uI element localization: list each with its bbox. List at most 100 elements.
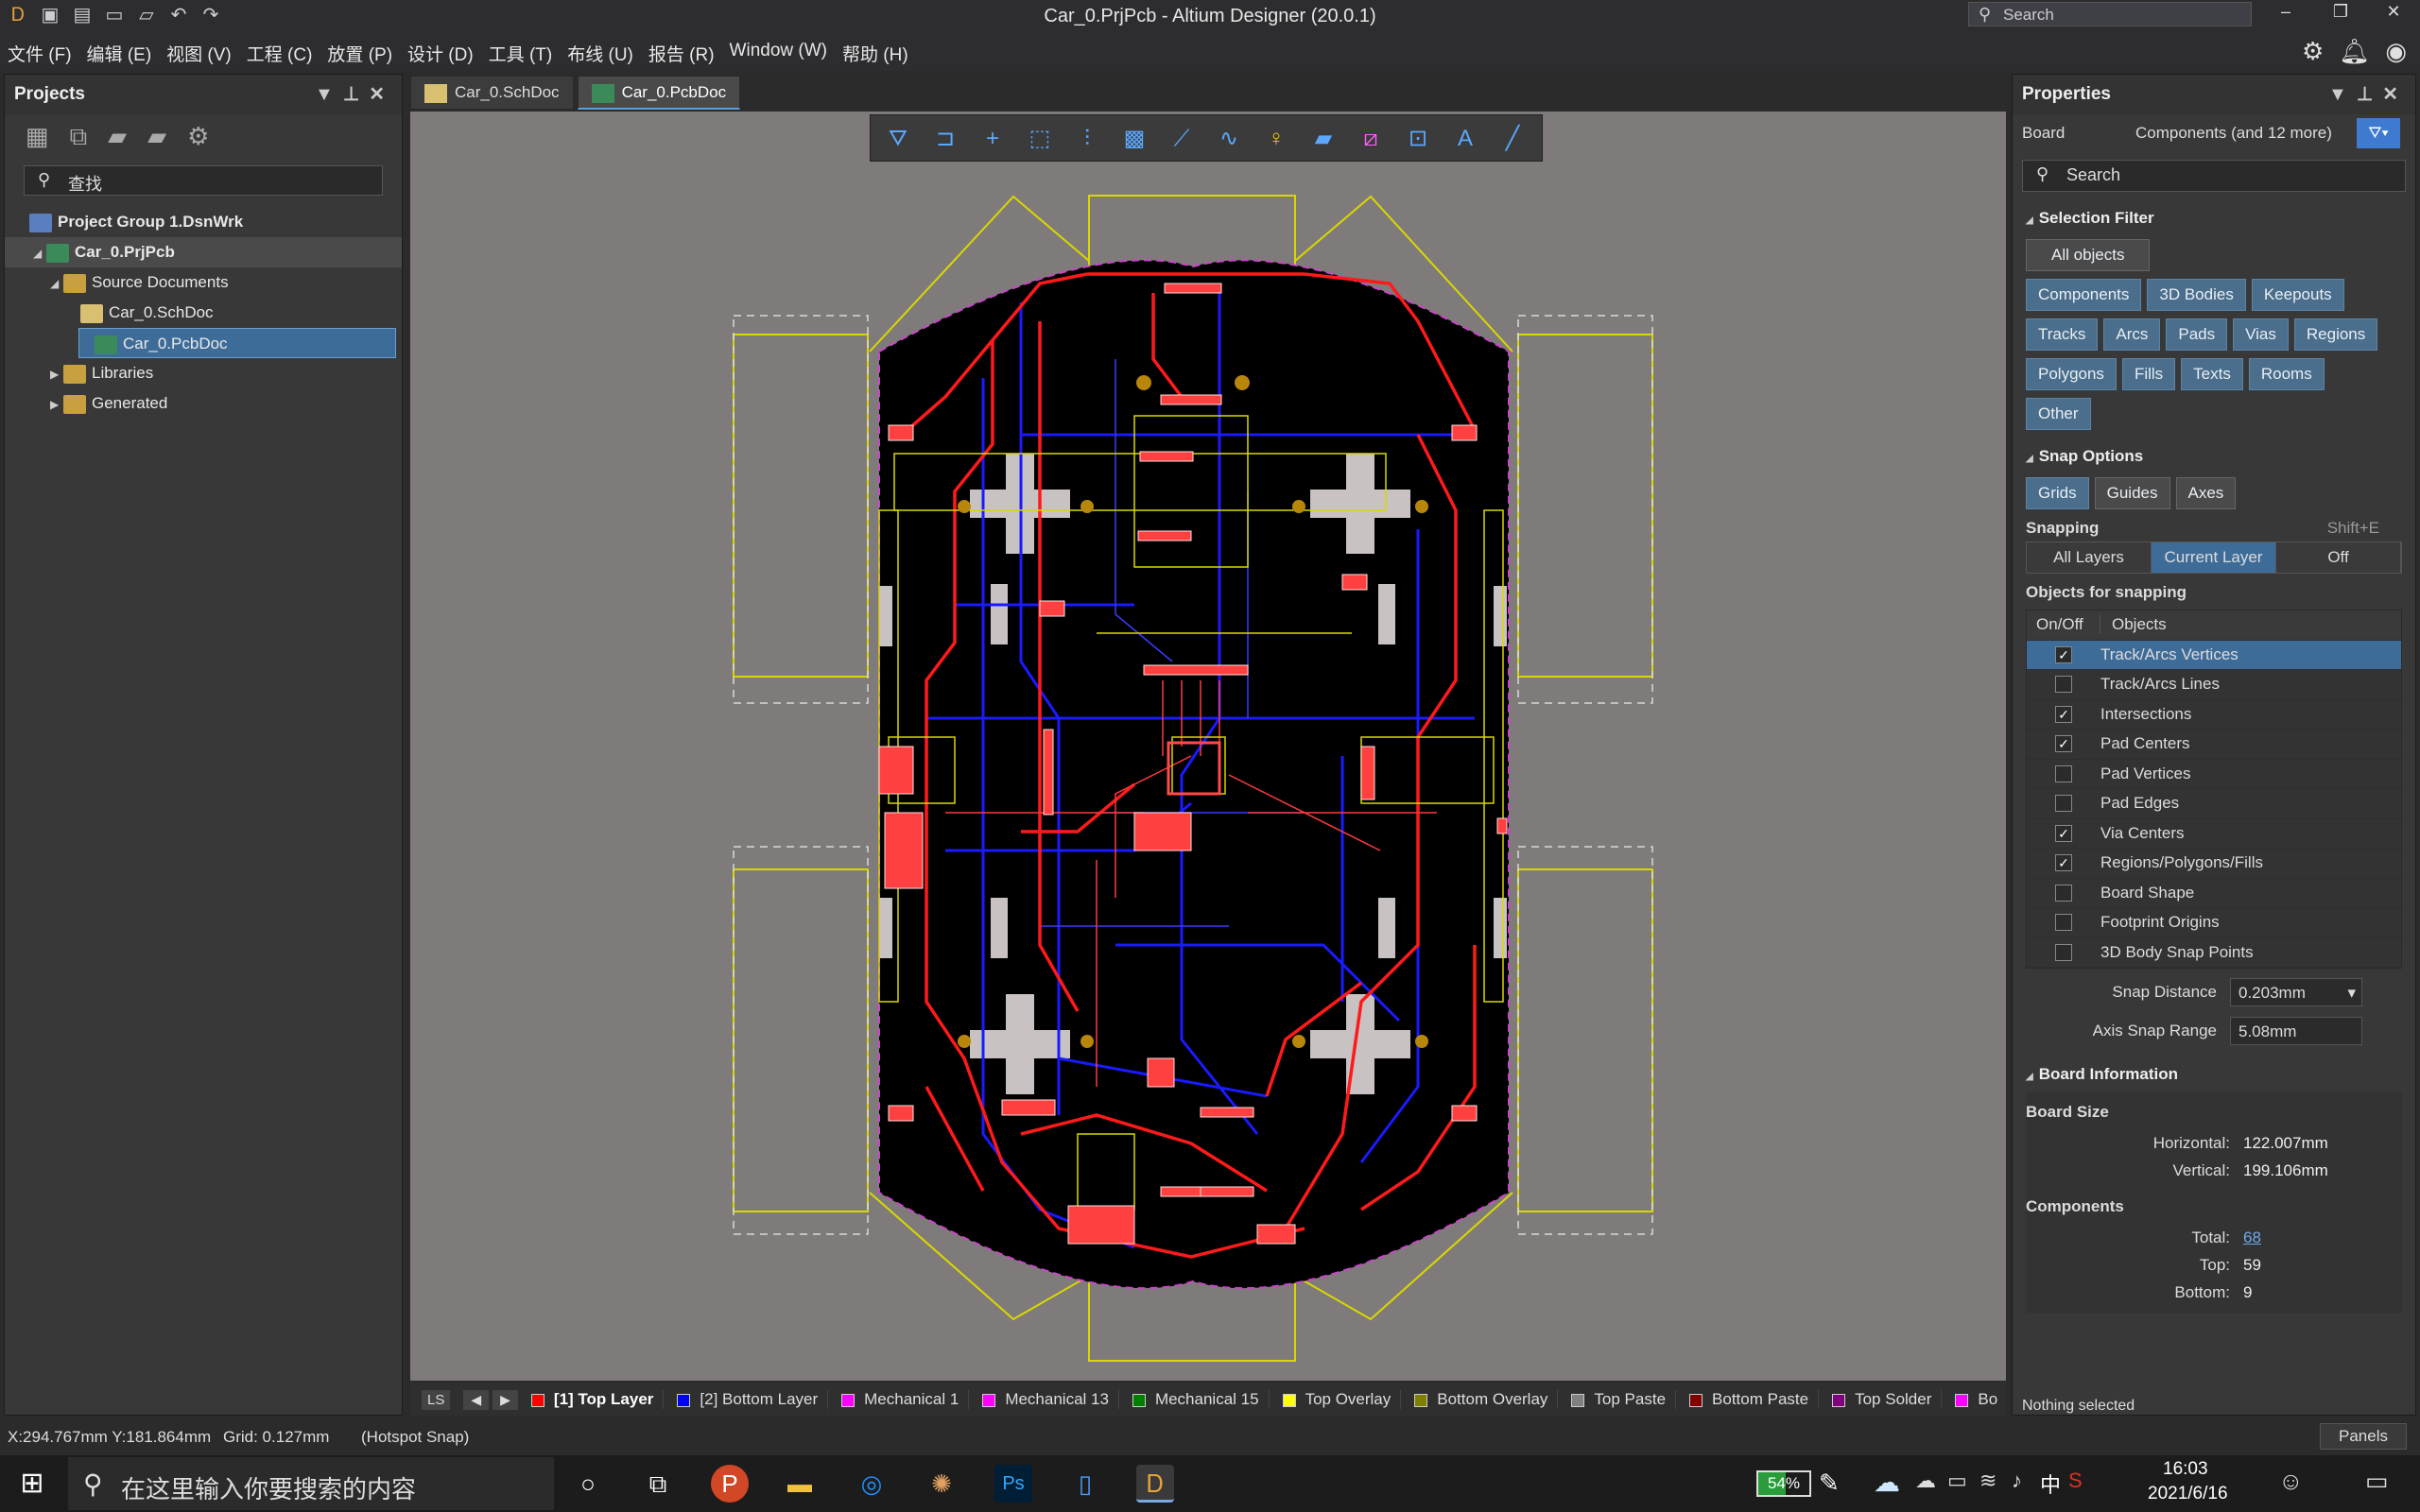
layer-tab[interactable]: [2] Bottom Layer [664,1390,829,1409]
snap-object-checkbox[interactable] [2055,795,2072,813]
select-rectangle-icon[interactable]: ⬚ [1022,123,1058,155]
place-text-icon[interactable]: A [1447,123,1483,155]
collapse-arrow-icon[interactable]: ◢ [33,238,46,268]
gear-icon[interactable]: ⚙ [2302,37,2324,66]
snap-object-checkbox[interactable] [2055,884,2072,902]
filter-button[interactable]: Rooms [2248,358,2325,390]
all-objects-button[interactable]: All objects [2026,239,2151,271]
project-tree-item[interactable]: ▶ Generated [5,388,402,419]
layer-tab[interactable]: Bottom Paste [1676,1390,1820,1409]
menu-item[interactable]: 布线 (U) [567,41,633,66]
place-via-icon[interactable]: ♀ [1258,123,1294,155]
menu-item[interactable]: 放置 (P) [327,41,392,66]
layer-tab[interactable]: Top Overlay [1270,1390,1402,1409]
project-copy-icon[interactable]: ⧉ [70,122,88,152]
layer-set-button[interactable]: LS [422,1389,451,1410]
projects-search-input[interactable]: ⚲ 查找 [24,165,383,196]
user-account-icon[interactable]: ◉ [2385,37,2407,66]
filter-button[interactable]: Polygons [2026,358,2117,390]
snap-object-row[interactable]: Pad Edges [2027,789,2401,819]
document-tab[interactable]: Car_0.SchDoc [410,76,574,110]
phone-app-icon[interactable]: ▯ [1066,1465,1104,1503]
filter-icon[interactable]: ⛛ [880,123,916,155]
snap-object-row[interactable]: 3D Body Snap Points [2027,938,2401,968]
layer-tab[interactable]: Mechanical 15 [1119,1390,1270,1409]
filter-button[interactable]: Arcs [2103,318,2161,351]
project-options-folder-icon[interactable]: ▰ [147,122,166,152]
menu-item[interactable]: 文件 (F) [8,41,72,66]
tray-cloud-icon[interactable]: ☁ [1915,1469,1936,1493]
layer-tab[interactable]: Bo [1942,1390,2006,1409]
sogou-ime-icon[interactable]: S [2068,1469,2083,1493]
clock-time[interactable]: 16:03 [2163,1459,2208,1480]
clock-date[interactable]: 2021/6/16 [2148,1484,2228,1504]
filter-button[interactable]: Fills [2121,358,2176,390]
snap-type-button[interactable]: Axes [2175,477,2237,509]
document-tab[interactable]: Car_0.PcbDoc [577,76,741,110]
onedrive-cloud-icon[interactable]: ☁ [1874,1467,1900,1498]
volume-icon[interactable]: ♪ [2012,1469,2022,1493]
snap-object-row[interactable]: ✓ Pad Centers [2027,730,2401,760]
align-icon[interactable]: ⫶ [1069,123,1105,155]
project-tree-item[interactable]: Project Group 1.DsnWrk [5,207,402,237]
layer-tab[interactable]: [1] Top Layer [518,1390,665,1409]
pin-icon[interactable]: ⊥ [2357,84,2382,105]
project-tree-item[interactable]: Car_0.SchDoc [5,298,402,328]
menu-item[interactable]: 视图 (V) [166,41,232,66]
snap-object-checkbox[interactable] [2055,765,2072,782]
settings-gear-icon[interactable]: ⚙ [187,122,209,152]
windows-start-icon[interactable]: ⊞ [13,1465,51,1503]
battery-indicator[interactable]: 54% [1756,1470,1811,1497]
properties-search-input[interactable]: ⚲ Search [2022,160,2406,192]
cross-select-icon[interactable]: + [975,123,1011,155]
layer-prev-arrow-icon[interactable]: ◀ [463,1389,490,1410]
chrome-like-icon[interactable]: ✺ [923,1465,960,1503]
panel-menu-icon[interactable]: ▼ [2328,84,2357,105]
snap-object-row[interactable]: Track/Arcs Lines [2027,670,2401,700]
minimize-button[interactable]: – [2265,2,2307,28]
wifi-icon[interactable]: ≋ [1979,1469,1996,1493]
menu-item[interactable]: Window (W) [730,41,827,66]
photoshop-icon[interactable]: Ps [994,1465,1032,1503]
snap-object-row[interactable]: ✓ Via Centers [2027,819,2401,849]
filter-button[interactable]: Other [2026,398,2091,430]
snap-object-checkbox[interactable]: ✓ [2055,854,2072,872]
project-tree-item[interactable]: Car_0.PcbDoc [78,328,396,358]
snap-object-row[interactable]: ✓ Intersections [2027,700,2401,730]
pcb-canvas[interactable] [410,112,2006,1381]
pen-workspace-icon[interactable]: ✎ [1819,1469,1840,1498]
place-keepout-icon[interactable]: ⧄ [1353,123,1389,155]
taskbar-search-input[interactable]: ⚲ 在这里输入你要搜索的内容 [68,1457,554,1510]
menu-item[interactable]: 工具 (T) [489,41,553,66]
panels-button[interactable]: Panels [2320,1423,2407,1450]
snapping-mode-option[interactable]: Current Layer [2152,542,2276,573]
snap-object-row[interactable]: ✓ Track/Arcs Vertices [2027,640,2401,670]
selection-filter-icon[interactable]: ⛛▾ [2357,118,2400,148]
place-line-icon[interactable]: ╱ [1495,123,1530,155]
layer-tab[interactable]: Mechanical 13 [969,1390,1119,1409]
collapse-arrow-icon[interactable]: ◢ [50,268,63,299]
altium-taskbar-icon[interactable]: Ꭰ [1136,1465,1174,1503]
close-window-button[interactable]: ✕ [2373,2,2414,28]
panel-menu-icon[interactable]: ▼ [315,84,343,105]
snap-object-checkbox[interactable]: ✓ [2055,735,2072,753]
pin-icon[interactable]: ⊥ [343,84,369,105]
filter-button[interactable]: Pads [2166,318,2228,351]
interactive-routing-icon[interactable]: ⊐ [927,123,963,155]
diff-pair-icon[interactable]: ∿ [1211,123,1247,155]
dimension-icon[interactable]: ⊡ [1400,123,1436,155]
notification-bell-icon[interactable]: 🔔︎ [2339,37,2370,66]
expand-arrow-icon[interactable]: ▶ [50,389,63,420]
project-folder-icon[interactable]: ▰ [108,122,127,152]
route-track-icon[interactable]: ⟋ [1164,123,1200,155]
layer-tab[interactable]: Bottom Overlay [1401,1390,1559,1409]
restore-button[interactable]: ❐ [2320,2,2361,28]
filter-button[interactable]: Components [2026,279,2142,311]
snap-distance-dropdown[interactable]: 0.203mm ▾ [2230,977,2362,1006]
place-component-icon[interactable]: ▩ [1116,123,1152,155]
snap-object-row[interactable]: ✓ Regions/Polygons/Fills [2027,849,2401,879]
layer-tab[interactable]: Mechanical 1 [828,1390,970,1409]
menu-item[interactable]: 帮助 (H) [842,41,908,66]
tray-battery-icon[interactable]: ▭ [1947,1469,1967,1493]
snap-object-checkbox[interactable] [2055,943,2072,961]
